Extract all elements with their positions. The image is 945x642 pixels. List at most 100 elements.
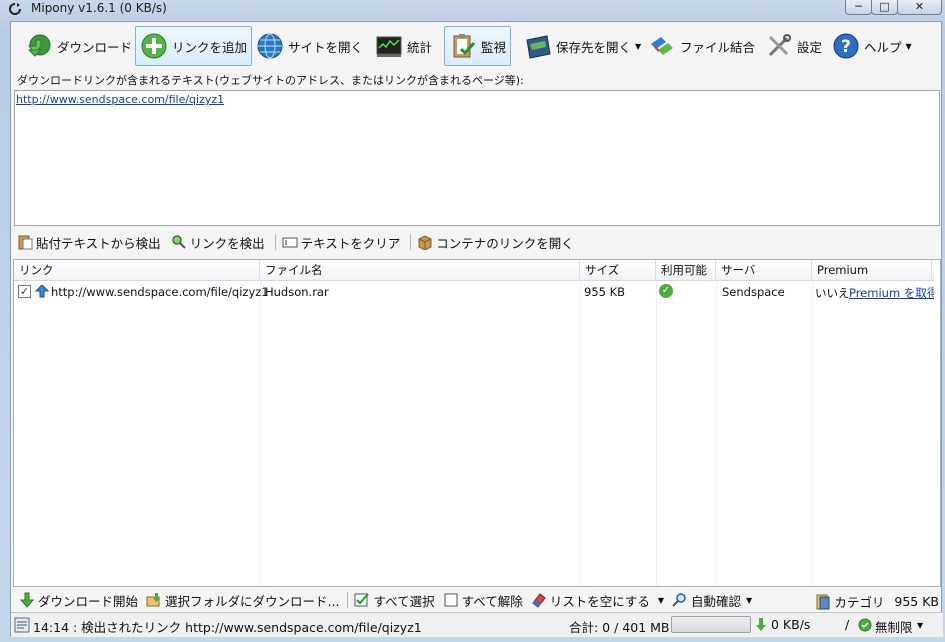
help-dropdown-icon[interactable]: ▼ [906, 42, 912, 51]
minimize-button[interactable]: ─ [845, 0, 872, 15]
status-divider: / [845, 617, 850, 632]
table-scrollbar[interactable] [934, 282, 940, 586]
row-link: http://www.sendspace.com/file/qizyz1 [51, 285, 269, 299]
main-window: ダウンロード リンクを追加 サイトを開く 統計 監視 保存先を開く ▼ ファイル… [10, 21, 943, 637]
column-header-link[interactable]: リンク [14, 260, 260, 281]
join-files-label: ファイル結合 [680, 39, 756, 55]
download-button[interactable]: ダウンロード [21, 26, 136, 66]
green-down-arrow-icon [19, 592, 35, 608]
speed-limit-value[interactable]: 無制限 [875, 617, 913, 636]
category-label[interactable]: カテゴリ [834, 592, 884, 611]
detect-from-paste-label: 貼付テキストから検出 [36, 235, 161, 251]
select-all-button[interactable]: すべて選択 [354, 591, 435, 610]
clipboard-check-icon [453, 34, 476, 58]
open-destination-label: 保存先を開く [556, 39, 632, 55]
download-to-folder-label: 選択フォルダにダウンロード... [165, 593, 340, 609]
column-header-available[interactable]: 利用可能 [656, 260, 716, 281]
chart-monitor-icon [376, 36, 402, 57]
monitor-label: 監視 [481, 39, 507, 55]
detect-links-label: リンクを検出 [189, 235, 265, 251]
detect-from-paste-button[interactable]: 貼付テキストから検出 [17, 233, 161, 252]
download-progress-bar [671, 616, 751, 633]
start-download-button[interactable]: ダウンロード開始 [19, 591, 138, 610]
url-text[interactable]: http://www.sendspace.com/file/qizyz1 [16, 93, 224, 106]
column-divider [656, 281, 657, 586]
window-title: Mipony v1.6.1 (0 KB/s) [31, 1, 167, 15]
detect-links-button[interactable]: リンクを検出 [171, 233, 265, 252]
auto-check-label: 自動確認 [691, 593, 742, 609]
download-table: リンク ファイル名 サイズ 利用可能 サーバ Premium ✓ http://… [13, 259, 941, 587]
column-header-size[interactable]: サイズ [580, 260, 656, 281]
clear-text-label: テキストをクリア [300, 235, 401, 251]
checked-box-icon [354, 593, 370, 607]
app-icon [9, 3, 21, 15]
column-divider [716, 281, 717, 586]
category-size: 955 KB [894, 594, 939, 609]
join-files-button[interactable]: ファイル結合 [644, 26, 759, 66]
box-icon [418, 235, 432, 250]
deselect-all-button[interactable]: すべて解除 [443, 591, 523, 610]
table-row[interactable]: ✓ http://www.sendspace.com/file/qizyz1 H… [14, 282, 938, 302]
stats-button[interactable]: 統計 [371, 26, 436, 66]
available-check-icon: ✓ [659, 284, 673, 298]
bottom-toolbar: ダウンロード開始 選択フォルダにダウンロード... すべて選択 すべて解除 リス… [11, 588, 943, 612]
url-textarea[interactable]: http://www.sendspace.com/file/qizyz1 [14, 90, 940, 226]
status-message: 14:14 : 検出されたリンク http://www.sendspace.co… [33, 620, 422, 635]
url-input-hint: ダウンロードリンクが含まれるテキスト(ウェブサイトのアドレス、またはリンクが含ま… [17, 74, 524, 87]
row-checkbox[interactable]: ✓ [18, 285, 31, 298]
settings-button[interactable]: 設定 [761, 26, 826, 66]
row-filename: Hudson.rar [265, 285, 329, 299]
main-toolbar: ダウンロード リンクを追加 サイトを開く 統計 監視 保存先を開く ▼ ファイル… [11, 24, 943, 66]
empty-list-dropdown-icon[interactable]: ▼ [658, 596, 664, 605]
log-icon [14, 617, 30, 633]
magnifier-refresh-icon [672, 593, 686, 607]
add-link-button[interactable]: リンクを追加 [135, 26, 253, 66]
auto-check-dropdown-icon[interactable]: ▼ [746, 596, 752, 605]
plus-icon [141, 33, 167, 59]
stats-label: 統計 [407, 39, 433, 55]
deselect-all-label: すべて解除 [461, 593, 523, 609]
clear-text-button[interactable]: テキストをクリア [282, 233, 401, 252]
status-total: 合計: 0 / 401 MB [569, 620, 670, 635]
row-premium-status: いいえ [815, 286, 850, 300]
status-bar: 14:14 : 検出されたリンク http://www.sendspace.co… [11, 612, 943, 637]
empty-list-button[interactable]: リストを空にする ▼ [531, 591, 664, 610]
empty-list-label: リストを空にする [549, 593, 650, 609]
open-destination-button[interactable]: 保存先を開く ▼ [520, 26, 645, 66]
help-button[interactable]: ? ヘルプ ▼ [828, 26, 916, 66]
column-header-premium[interactable]: Premium [812, 260, 932, 281]
link-toolbar: 貼付テキストから検出 リンクを検出 テキストをクリア コンテナのリンクを開く [11, 228, 943, 256]
column-header-filename[interactable]: ファイル名 [260, 260, 580, 281]
column-header-server[interactable]: サーバ [716, 260, 812, 281]
column-divider [812, 281, 813, 586]
row-server: Sendspace [722, 285, 785, 299]
open-site-label: サイトを開く [288, 39, 364, 55]
eraser-icon [532, 593, 546, 608]
table-header: リンク ファイル名 サイズ 利用可能 サーバ Premium [14, 260, 934, 281]
separator [347, 592, 349, 608]
status-speed: 0 KB/s [771, 617, 811, 632]
maximize-button[interactable]: □ [871, 0, 898, 15]
paste-icon [18, 235, 33, 250]
open-destination-dropdown-icon[interactable]: ▼ [635, 42, 641, 51]
auto-check-button[interactable]: 自動確認 ▼ [672, 591, 752, 610]
get-premium-link[interactable]: Premium を取得 [849, 285, 938, 301]
folder-map-icon [526, 35, 551, 59]
download-globe-icon [27, 34, 51, 57]
magnifier-icon [171, 235, 186, 249]
category-summary: カテゴリ 955 KB [815, 592, 939, 611]
open-site-button[interactable]: サイトを開く [252, 26, 367, 66]
svg-text:?: ? [841, 37, 851, 57]
open-container-button[interactable]: コンテナのリンクを開く [417, 233, 574, 252]
select-all-label: すべて選択 [373, 593, 435, 609]
speed-limit-dropdown-icon[interactable]: ▼ [917, 621, 923, 630]
start-download-label: ダウンロード開始 [38, 593, 139, 609]
settings-label: 設定 [797, 39, 823, 55]
empty-box-icon [444, 593, 458, 607]
download-to-folder-button[interactable]: 選択フォルダにダウンロード... [146, 591, 339, 610]
close-button[interactable]: ✕ [897, 0, 942, 15]
help-icon: ? [833, 33, 859, 59]
monitor-button[interactable]: 監視 [444, 26, 512, 66]
folder-download-icon [146, 593, 161, 607]
download-label: ダウンロード [57, 39, 133, 55]
